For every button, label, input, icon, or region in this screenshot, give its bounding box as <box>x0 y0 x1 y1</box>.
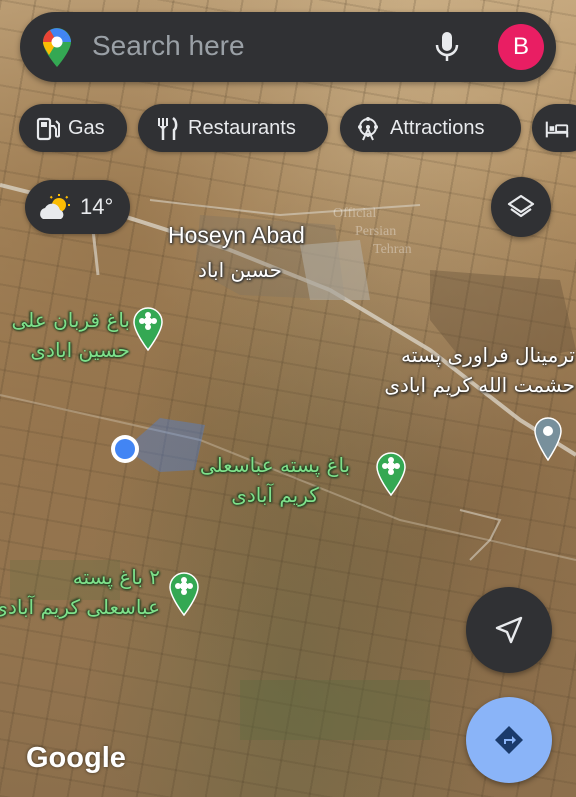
ferris-wheel-icon <box>358 117 378 141</box>
garden-pin-icon[interactable] <box>168 570 200 616</box>
building-label[interactable]: ترمینال فراوری پسته حشمت الله کریم ابادی <box>350 340 575 400</box>
layers-button[interactable] <box>491 177 551 237</box>
navigation-arrow-icon <box>495 616 523 644</box>
restaurant-icon <box>158 117 178 140</box>
google-logo: Google <box>26 742 126 774</box>
directions-icon <box>495 726 523 754</box>
search-input[interactable]: Search here <box>92 30 245 62</box>
poi-label[interactable]: باغ قربان علی حسين ابادی <box>0 305 130 365</box>
place-label-fa[interactable]: حسين اباد <box>198 258 282 282</box>
google-maps-logo-icon <box>43 28 71 67</box>
garden-pin-icon[interactable] <box>132 305 164 351</box>
watermark: Official Persian Tehran <box>333 206 412 257</box>
poi-label[interactable]: ۲ باغ پسته عباسعلی کريم آبادی <box>0 562 160 622</box>
chip-restaurants[interactable]: Restaurants <box>138 104 328 152</box>
search-bar[interactable]: Search here B <box>20 12 556 82</box>
chip-attractions[interactable]: Attractions <box>340 104 521 152</box>
avatar[interactable]: B <box>498 24 544 70</box>
directions-button[interactable] <box>466 697 552 783</box>
my-location-dot-icon <box>111 435 139 463</box>
place-label-en[interactable]: Hoseyn Abad <box>168 222 305 249</box>
partly-cloudy-icon <box>40 194 70 219</box>
garden-pin-icon[interactable] <box>375 450 407 496</box>
place-pin-icon[interactable] <box>533 415 563 461</box>
gas-station-icon <box>36 117 60 141</box>
chip-gas[interactable]: Gas <box>19 104 127 152</box>
road-vertical <box>91 229 100 276</box>
weather-chip[interactable]: 14° <box>25 180 130 234</box>
chip-hotels[interactable] <box>532 104 576 152</box>
green-field <box>240 680 430 740</box>
poi-label[interactable]: باغ پسته عباسعلی کريم آبادی <box>180 450 370 510</box>
microphone-icon[interactable] <box>432 30 462 64</box>
weather-temperature: 14° <box>80 194 114 219</box>
layers-icon <box>507 194 535 218</box>
my-location-button[interactable] <box>466 587 552 673</box>
bed-icon <box>545 121 569 138</box>
